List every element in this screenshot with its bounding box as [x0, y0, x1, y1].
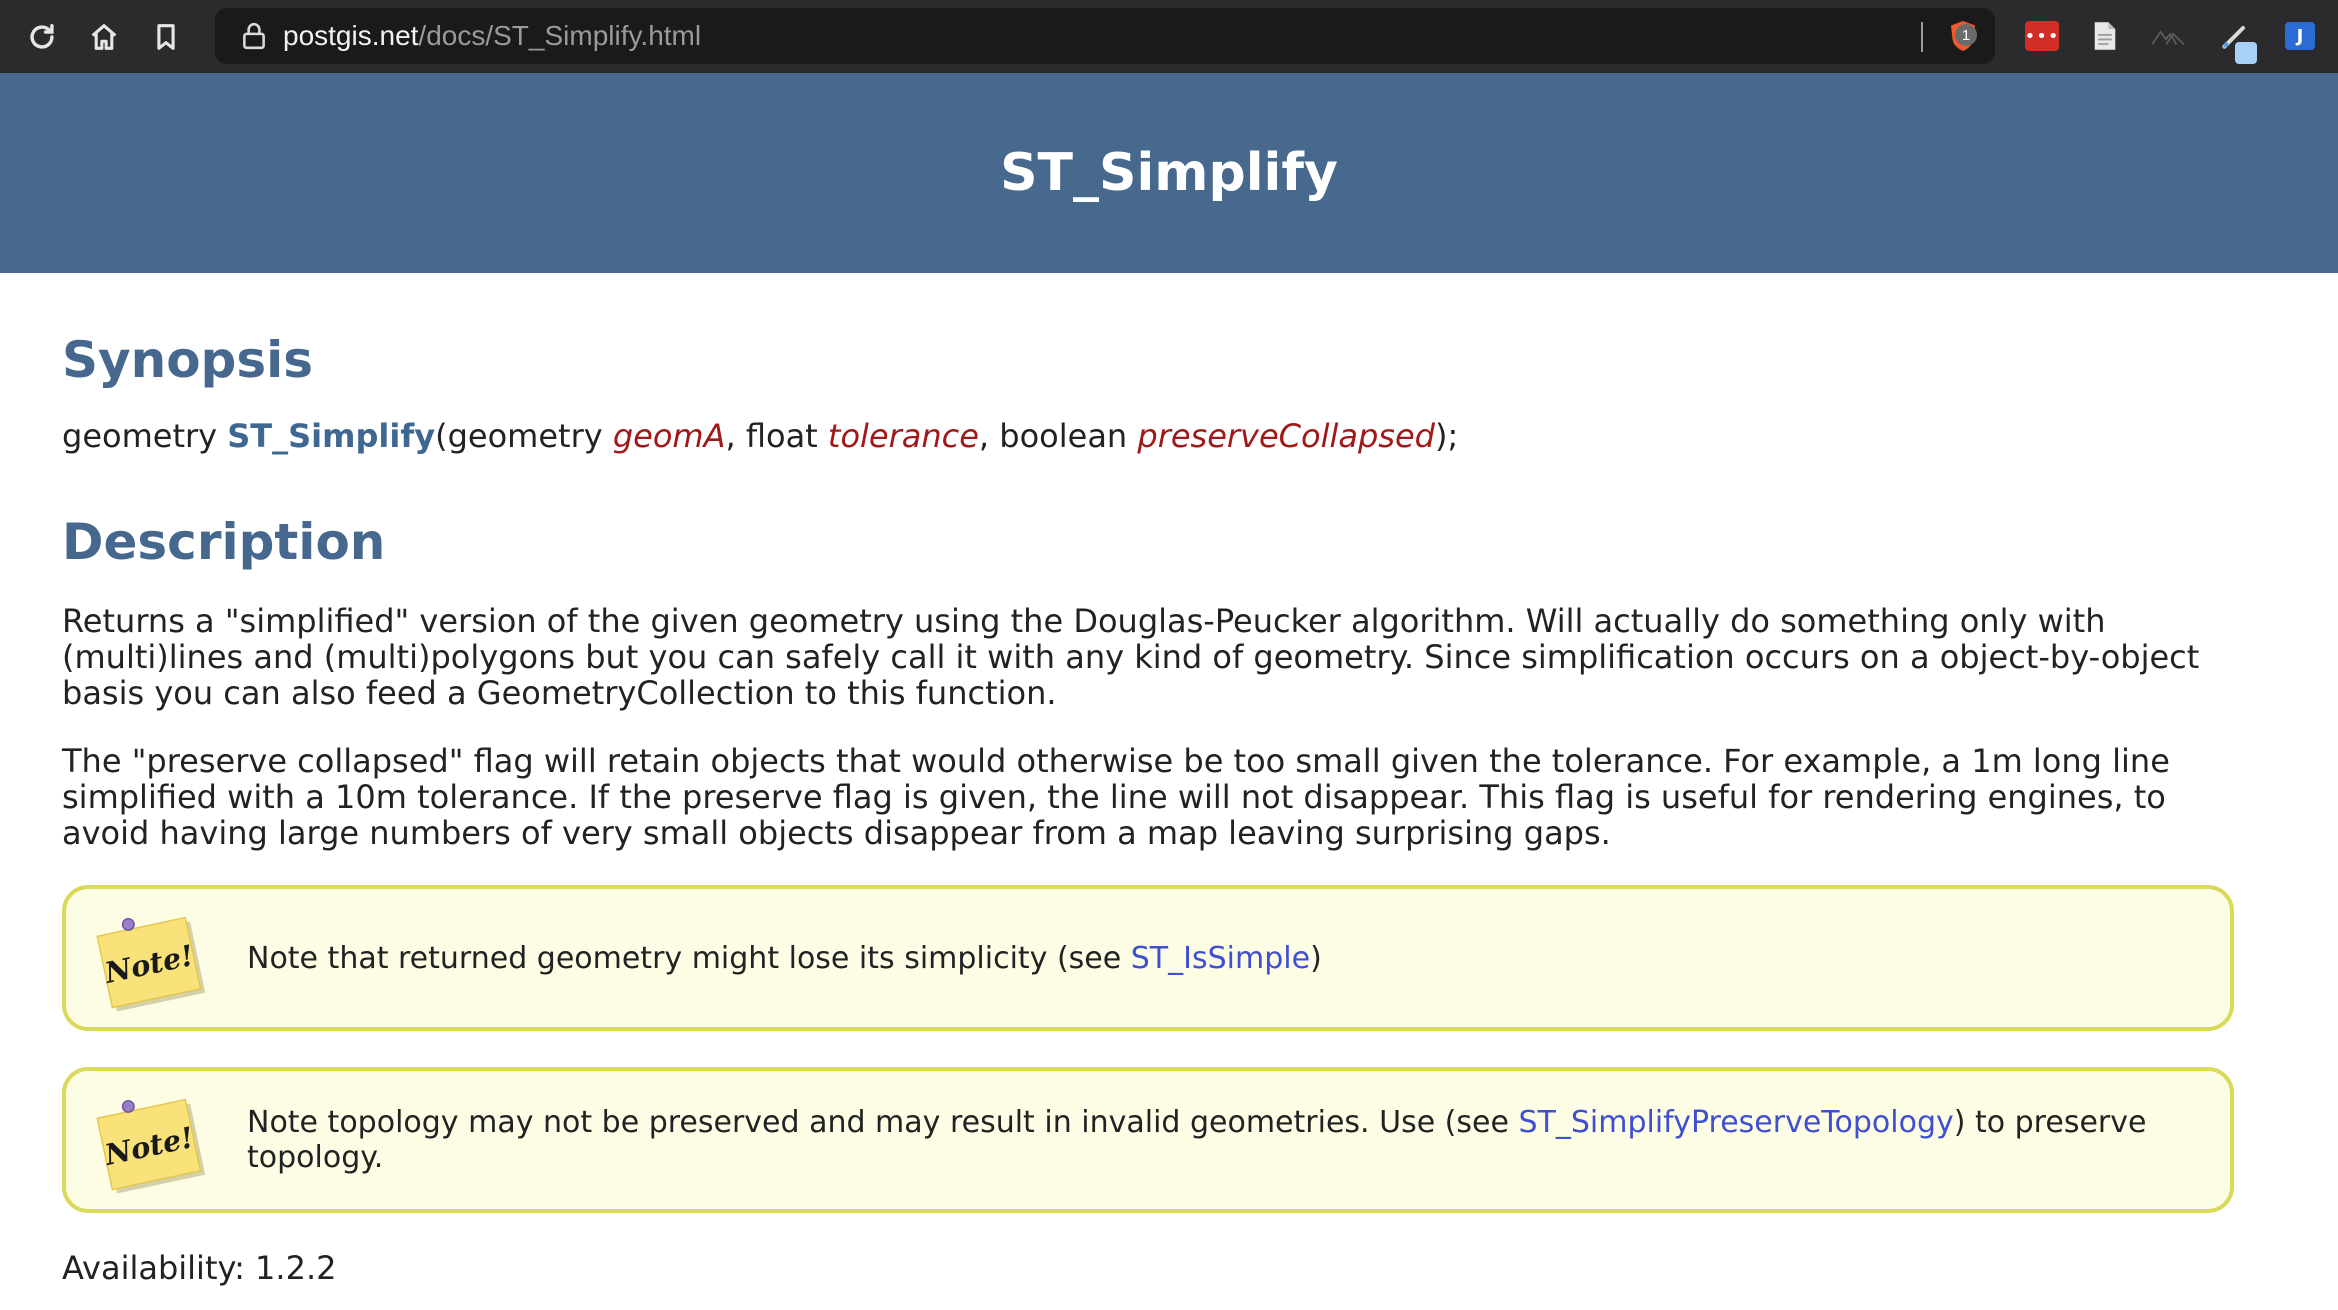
url-path: /docs/ST_Simplify.html — [418, 20, 702, 51]
arg1-name: geomA — [612, 417, 726, 455]
reload-icon[interactable] — [12, 0, 72, 73]
bookmark-icon[interactable] — [136, 0, 196, 73]
brave-shield-icon[interactable]: 1 — [1945, 18, 1981, 54]
url-host: postgis.net — [283, 20, 419, 51]
address-divider — [1921, 22, 1923, 52]
note-icon: Note! — [96, 1098, 205, 1194]
note-text-before: Note topology may not be preserved and m… — [247, 1105, 1519, 1140]
note-text: Note that returned geometry might lose i… — [247, 941, 1322, 976]
lastpass-extension-icon[interactable]: ••• — [2022, 16, 2062, 56]
note-text-after: ) — [1310, 940, 1322, 976]
arg2-name: tolerance — [827, 417, 979, 455]
open-paren: ( — [435, 417, 448, 455]
arg-separator-1: , — [725, 417, 746, 455]
arg-separator-2: , — [978, 417, 1000, 455]
return-type: geometry — [62, 417, 228, 455]
home-icon[interactable] — [74, 0, 134, 73]
mountain-extension-icon[interactable] — [2148, 16, 2188, 56]
lock-icon — [243, 23, 265, 50]
page-header: ST_Simplify — [0, 73, 2338, 273]
tag-extension-icon[interactable]: J — [2280, 16, 2320, 56]
pen-extension-badge — [2235, 42, 2257, 64]
st-simplifypreservetopology-link[interactable]: ST_SimplifyPreserveTopology — [1518, 1105, 1953, 1140]
arg3-name: preserveCollapsed — [1137, 417, 1435, 455]
function-signature: geometry ST_Simplify(geometry geomA, flo… — [62, 417, 1458, 455]
description-heading: Description — [62, 513, 386, 571]
url-text[interactable]: postgis.net/docs/ST_Simplify.html — [283, 20, 701, 52]
note-box: Note! Note topology may not be preserved… — [62, 1067, 2234, 1213]
note-text: Note topology may not be preserved and m… — [247, 1105, 2230, 1175]
shield-count-badge: 1 — [1955, 24, 1977, 46]
pen-extension-icon[interactable] — [2215, 16, 2257, 64]
arg2-type: float — [745, 417, 828, 455]
st-issimple-link[interactable]: ST_IsSimple — [1131, 941, 1310, 976]
note-text-before: Note that returned geometry might lose i… — [247, 940, 1131, 976]
address-bar[interactable]: postgis.net/docs/ST_Simplify.html 1 — [215, 8, 1995, 64]
tag-extension-label: J — [2285, 22, 2315, 50]
function-name: ST_Simplify — [227, 417, 436, 455]
lastpass-extension-label: ••• — [2025, 21, 2059, 51]
description-paragraph-1: Returns a "simplified" version of the gi… — [62, 602, 2200, 712]
arg3-type: boolean — [999, 417, 1138, 455]
availability-text: Availability: 1.2.2 — [62, 1249, 337, 1287]
note-box: Note! Note that returned geometry might … — [62, 885, 2234, 1031]
arg1-type: geometry — [447, 417, 613, 455]
note-icon: Note! — [96, 916, 205, 1012]
document-extension-icon[interactable] — [2085, 16, 2125, 56]
close-paren: ); — [1434, 417, 1459, 455]
description-paragraph-2: The "preserve collapsed" flag will retai… — [62, 742, 2170, 852]
browser-toolbar: postgis.net/docs/ST_Simplify.html 1 ••• — [0, 0, 2338, 73]
synopsis-heading: Synopsis — [62, 331, 314, 389]
page-title: ST_Simplify — [1000, 143, 1338, 203]
